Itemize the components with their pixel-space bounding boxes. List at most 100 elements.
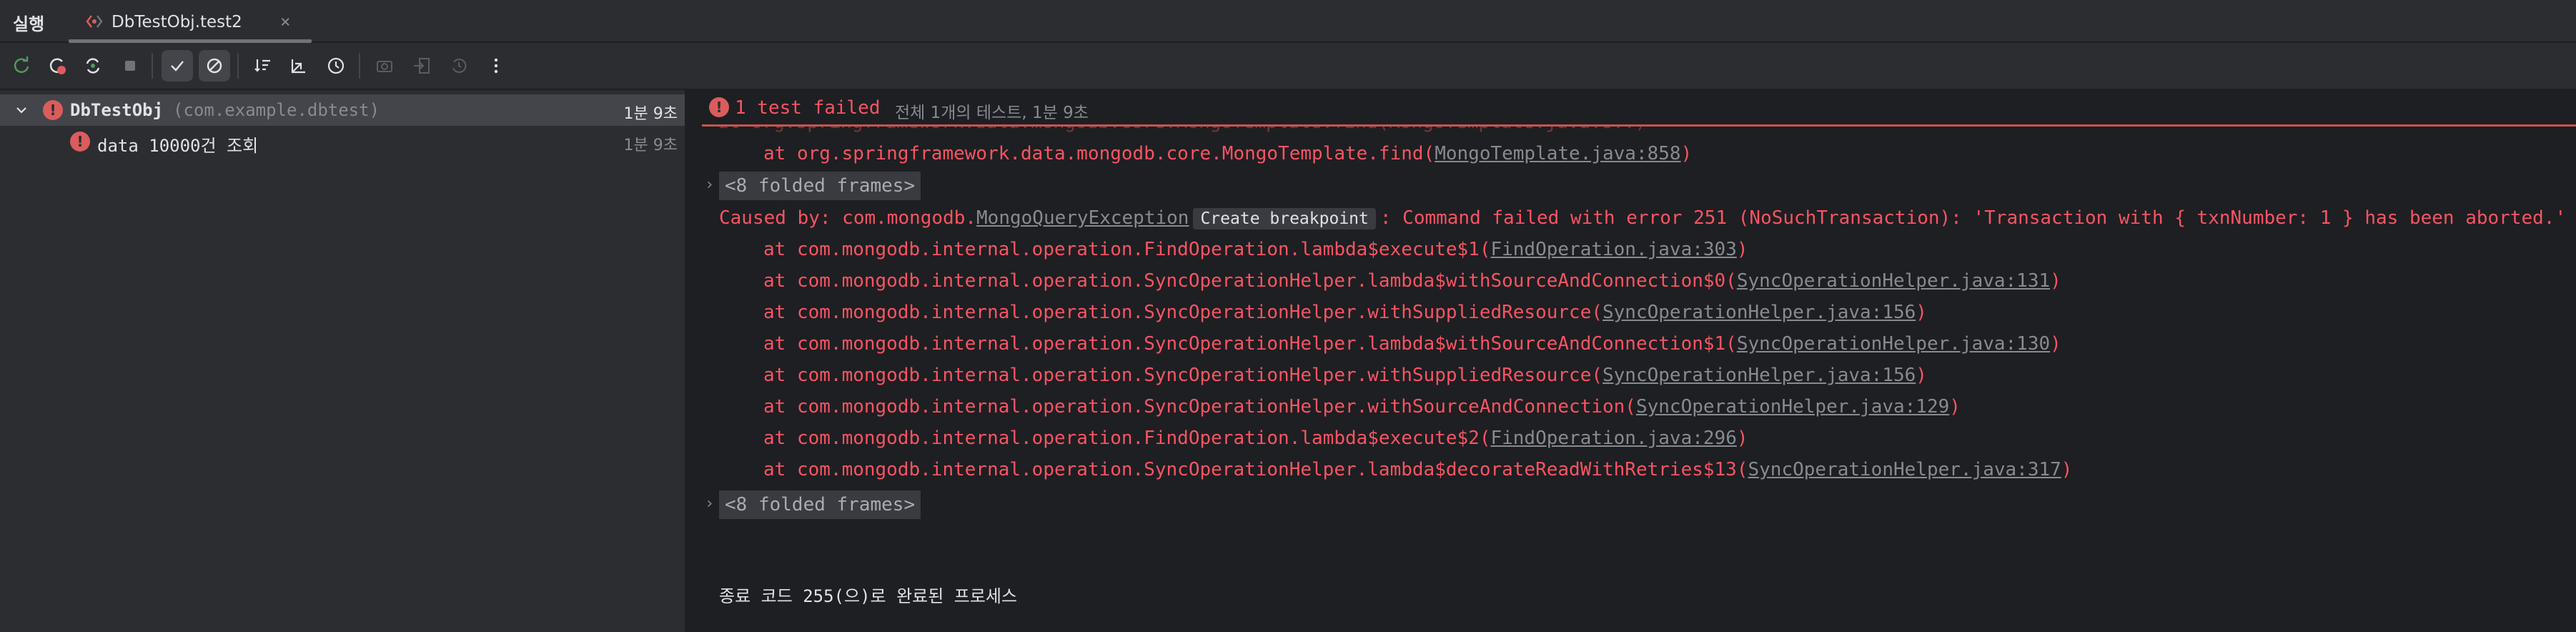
- error-icon: !: [43, 100, 63, 120]
- folded-frames[interactable]: <8 folded frames>: [719, 172, 921, 200]
- test-tree-panel: ! DbTestObj (com.example.dbtest) 1분 9초 ! …: [0, 90, 686, 632]
- rerun-failed-icon: [49, 58, 66, 74]
- test-duration: 1분 9초: [623, 105, 678, 123]
- tree-row-test[interactable]: ! data 10000건 조회 1분 9초: [0, 126, 685, 157]
- stack-frame-line: at com.mongodb.internal.operation.SyncOp…: [763, 459, 2072, 480]
- toolbar-separator: [237, 53, 239, 79]
- stack-frame-tail: ): [2050, 270, 2061, 292]
- more-button[interactable]: [480, 50, 512, 82]
- checkmark-icon: [171, 61, 184, 71]
- rerun-icon: [14, 56, 29, 73]
- stack-frame-tail: ): [1916, 365, 1927, 386]
- import-button[interactable]: [406, 50, 437, 82]
- stop-icon: [125, 61, 135, 71]
- source-link[interactable]: MongoTemplate.java:858: [1435, 143, 1680, 164]
- ignored-icon: [207, 58, 222, 74]
- stack-frame-tail: ): [1736, 428, 1748, 449]
- stack-frame-text: at com.mongodb.internal.operation.SyncOp…: [763, 396, 1636, 418]
- tree-item-label: DbTestObj (com.example.dbtest): [70, 100, 380, 120]
- stack-frame-line: at com.mongodb.internal.operation.FindOp…: [763, 428, 1748, 449]
- stack-frame-text: at com.mongodb.internal.operation.FindOp…: [763, 239, 1491, 260]
- duration-button[interactable]: [320, 50, 352, 82]
- stack-frame-text: at com.mongodb.internal.operation.SyncOp…: [763, 365, 1602, 386]
- chevron-right-icon[interactable]: ›: [705, 495, 714, 513]
- create-breakpoint-button[interactable]: Create breakpoint: [1193, 208, 1376, 229]
- show-passed-toggle[interactable]: [162, 50, 193, 82]
- error-icon: !: [709, 97, 729, 117]
- stack-frame-tail: ): [2061, 459, 2073, 480]
- toolbar-separator: [152, 53, 153, 79]
- chevron-right-icon[interactable]: ›: [705, 176, 714, 194]
- run-tool-window-header: 실행 DbTestObj.test2 ×: [0, 0, 2576, 43]
- stack-frame-line: at com.mongodb.internal.operation.SyncOp…: [763, 302, 1927, 323]
- test-class-name: DbTestObj: [70, 100, 164, 120]
- stack-frame-line: at com.mongodb.internal.operation.SyncOp…: [763, 333, 2061, 355]
- stack-frame-line: at com.mongodb.internal.operation.FindOp…: [763, 239, 1748, 260]
- tab-label: DbTestObj.test2: [112, 13, 242, 31]
- history-icon: [452, 59, 467, 73]
- folded-frames[interactable]: <8 folded frames>: [719, 490, 921, 519]
- stack-frame-line: at com.mongodb.internal.operation.SyncOp…: [763, 365, 1927, 386]
- rerun-button[interactable]: [6, 50, 37, 82]
- import-icon: [414, 58, 430, 74]
- collapse-icon: [291, 59, 305, 74]
- rerun-failed-button[interactable]: [41, 50, 73, 82]
- caused-by-line: Caused by: com.mongodb.MongoQueryExcepti…: [719, 207, 2566, 229]
- chevron-down-icon[interactable]: [11, 100, 31, 120]
- stack-frame-text: at com.mongodb.internal.operation.FindOp…: [763, 428, 1491, 449]
- toggle-auto-test-icon: [86, 58, 100, 74]
- stack-frame-tail: ): [2050, 333, 2061, 355]
- stop-button[interactable]: [114, 50, 146, 82]
- stack-frame-line: at com.mongodb.internal.operation.SyncOp…: [763, 270, 2061, 292]
- tree-row-dbtestobj[interactable]: ! DbTestObj (com.example.dbtest) 1분 9초: [0, 94, 685, 126]
- console-output[interactable]: at org.springframework.data.mongodb.core…: [702, 90, 2576, 632]
- stack-frame-text: at com.mongodb.internal.operation.SyncOp…: [763, 302, 1602, 323]
- test-status-bar: ! 1 test failed 전체 1개의 테스트, 1분 9초: [702, 90, 2576, 127]
- history-button[interactable]: [443, 50, 475, 82]
- caused-by-prefix: Caused by: com.mongodb.: [719, 207, 977, 229]
- process-exit-message: 종료 코드 255(으)로 완료된 프로세스: [719, 586, 1018, 606]
- source-link[interactable]: SyncOperationHelper.java:156: [1602, 302, 1916, 323]
- source-link[interactable]: FindOperation.java:303: [1490, 239, 1736, 260]
- toggle-auto-test-button[interactable]: [77, 50, 109, 82]
- source-link[interactable]: SyncOperationHelper.java:129: [1636, 396, 1949, 418]
- sort-button[interactable]: [247, 50, 279, 82]
- failed-count: 1 test failed: [735, 97, 881, 119]
- stack-frame-tail: ): [1949, 396, 1961, 418]
- exception-link[interactable]: MongoQueryException: [976, 207, 1189, 229]
- source-link[interactable]: FindOperation.java:296: [1490, 428, 1736, 449]
- source-link[interactable]: SyncOperationHelper.java:156: [1602, 365, 1916, 386]
- run-title: 실행: [13, 14, 45, 34]
- toolbar-separator: [359, 53, 360, 79]
- stack-frame-line: at org.springframework.data.mongodb.core…: [763, 143, 1692, 164]
- tab-dbtestobj-test2[interactable]: DbTestObj.test2 ×: [69, 3, 312, 43]
- clock-icon: [327, 57, 345, 74]
- camera-icon: [377, 61, 392, 72]
- close-icon[interactable]: ×: [280, 11, 290, 31]
- stack-frame-tail: ): [1680, 143, 1693, 164]
- show-ignored-toggle[interactable]: [199, 50, 230, 82]
- test-runner-toolbar: [0, 43, 2576, 90]
- stack-frame-tail: ): [1736, 239, 1748, 260]
- error-icon: !: [70, 132, 90, 152]
- stack-frame-text: at com.mongodb.internal.operation.SyncOp…: [763, 270, 1737, 292]
- source-link[interactable]: SyncOperationHelper.java:131: [1737, 270, 2050, 292]
- test-class-package: (com.example.dbtest): [173, 100, 380, 120]
- source-link[interactable]: SyncOperationHelper.java:317: [1748, 459, 2061, 480]
- test-method-name: data 10000건 조회: [97, 136, 259, 156]
- stack-frame-text: at com.mongodb.internal.operation.SyncOp…: [763, 333, 1737, 355]
- stack-frame-tail: ): [1916, 302, 1927, 323]
- source-link[interactable]: SyncOperationHelper.java:130: [1737, 333, 2050, 355]
- junit-icon: [86, 15, 103, 28]
- collapse-all-button[interactable]: [283, 50, 314, 82]
- stack-frame-text: at com.mongodb.internal.operation.SyncOp…: [763, 459, 1748, 480]
- create-breakpoint-label: Create breakpoint: [1200, 209, 1369, 228]
- exception-message: : Command failed with error 251 (NoSuchT…: [1379, 207, 2567, 229]
- test-duration: 1분 9초: [623, 137, 678, 154]
- more-icon: [494, 58, 498, 74]
- sort-icon: [254, 59, 270, 72]
- stack-frame-text: at org.springframework.data.mongodb.core…: [763, 143, 1435, 164]
- stack-frame-line: at com.mongodb.internal.operation.SyncOp…: [763, 396, 1961, 418]
- test-summary: 전체 1개의 테스트, 1분 9초: [895, 104, 1089, 122]
- camera-button[interactable]: [369, 50, 400, 82]
